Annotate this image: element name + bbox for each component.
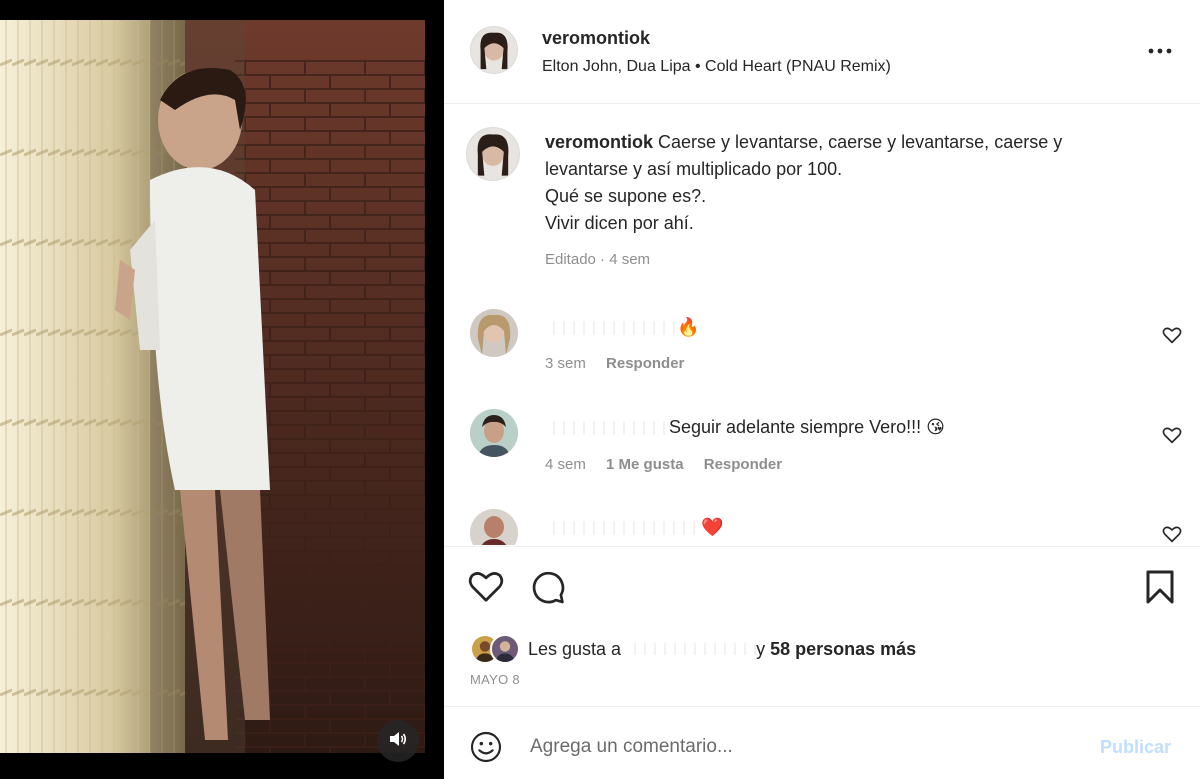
likes-text[interactable]: Les gusta a y 58 personas más <box>528 639 916 660</box>
likes-summary: Les gusta a y 58 personas más <box>470 633 916 665</box>
post-date: MAYO 8 <box>470 672 520 687</box>
reply-button[interactable]: Responder <box>704 456 782 473</box>
post-actions: Les gusta a y 58 personas más MAYO 8 <box>444 546 1200 706</box>
commenter-avatar[interactable] <box>470 409 518 457</box>
redacted-username <box>626 642 757 655</box>
publish-button[interactable]: Publicar <box>1100 737 1171 758</box>
comment-like-button[interactable] <box>1162 326 1184 346</box>
more-horizontal-icon <box>1148 41 1172 59</box>
emoji-picker-button[interactable] <box>470 731 502 763</box>
comment-item: ❤️ <box>444 509 1200 545</box>
comment-text-row: 🔥 <box>545 317 699 338</box>
post-header: veromontiok Elton John, Dua Lipa • Cold … <box>444 0 1200 104</box>
add-comment-bar: Publicar <box>444 706 1200 779</box>
comment-like-button[interactable] <box>1162 426 1184 446</box>
comment-item: Seguir adelante siempre Vero!!! 😘 4 sem … <box>444 409 1200 479</box>
comment-item: 🔥 3 sem Responder <box>444 309 1200 379</box>
likes-connector: y <box>756 638 771 659</box>
redacted-username <box>545 420 669 435</box>
caption-author-avatar[interactable] <box>466 127 520 181</box>
comments-list[interactable]: veromontiok Caerse y levantarse, caerse … <box>444 105 1200 545</box>
heart-icon <box>1162 526 1182 545</box>
heart-icon <box>1162 427 1182 448</box>
heart-icon <box>1162 327 1182 348</box>
like-button[interactable] <box>468 569 504 605</box>
post-photo[interactable] <box>0 20 425 753</box>
commenter-avatar[interactable] <box>470 309 518 357</box>
caption-meta: Editado · 4 sem <box>545 251 651 268</box>
caption-username[interactable]: veromontiok <box>545 132 653 152</box>
commenter-avatar[interactable] <box>470 509 518 545</box>
likes-prefix: Les gusta a <box>528 638 627 659</box>
music-label[interactable]: Elton John, Dua Lipa • Cold Heart (PNAU … <box>542 58 891 76</box>
comment-like-button[interactable] <box>1162 525 1184 545</box>
bookmark-icon <box>1144 570 1176 609</box>
comment-input[interactable] <box>530 729 1070 765</box>
caption-text-line3: Vivir dicen por ahí. <box>545 213 694 233</box>
redacted-username <box>545 320 677 335</box>
reply-button[interactable]: Responder <box>606 355 684 372</box>
author-avatar[interactable] <box>470 26 518 74</box>
save-button[interactable] <box>1144 569 1180 605</box>
comment-time: 4 sem <box>545 456 586 473</box>
comment-time: 3 sem <box>545 355 586 372</box>
author-username[interactable]: veromontiok <box>542 28 650 49</box>
comment-text-row: ❤️ <box>545 517 723 538</box>
more-options-button[interactable] <box>1144 38 1176 62</box>
comment-meta: 3 sem Responder <box>545 355 700 372</box>
post-media <box>0 0 444 779</box>
post-panel: veromontiok Elton John, Dua Lipa • Cold … <box>444 0 1200 779</box>
comment-meta: 4 sem 1 Me gusta Responder <box>545 456 798 473</box>
comment-likes-count[interactable]: 1 Me gusta <box>606 456 684 473</box>
comment-button[interactable] <box>530 569 566 605</box>
liker-avatar[interactable] <box>490 634 520 664</box>
comment-text: 🔥 <box>677 317 700 337</box>
post-caption: veromontiok Caerse y levantarse, caerse … <box>545 129 1145 237</box>
comment-text: ❤️ <box>701 517 724 537</box>
comment-bubble-icon <box>530 571 566 609</box>
redacted-username <box>545 520 701 535</box>
likes-count[interactable]: 58 personas más <box>770 639 916 659</box>
heart-icon <box>468 572 504 607</box>
smiley-icon <box>470 731 502 767</box>
comment-text-row: Seguir adelante siempre Vero!!! 😘 <box>545 417 945 438</box>
comment-text: Seguir adelante siempre Vero!!! 😘 <box>669 417 945 437</box>
caption-text-line2: Qué se supone es?. <box>545 186 707 206</box>
speaker-icon <box>389 731 407 752</box>
mute-toggle-button[interactable] <box>377 720 419 762</box>
